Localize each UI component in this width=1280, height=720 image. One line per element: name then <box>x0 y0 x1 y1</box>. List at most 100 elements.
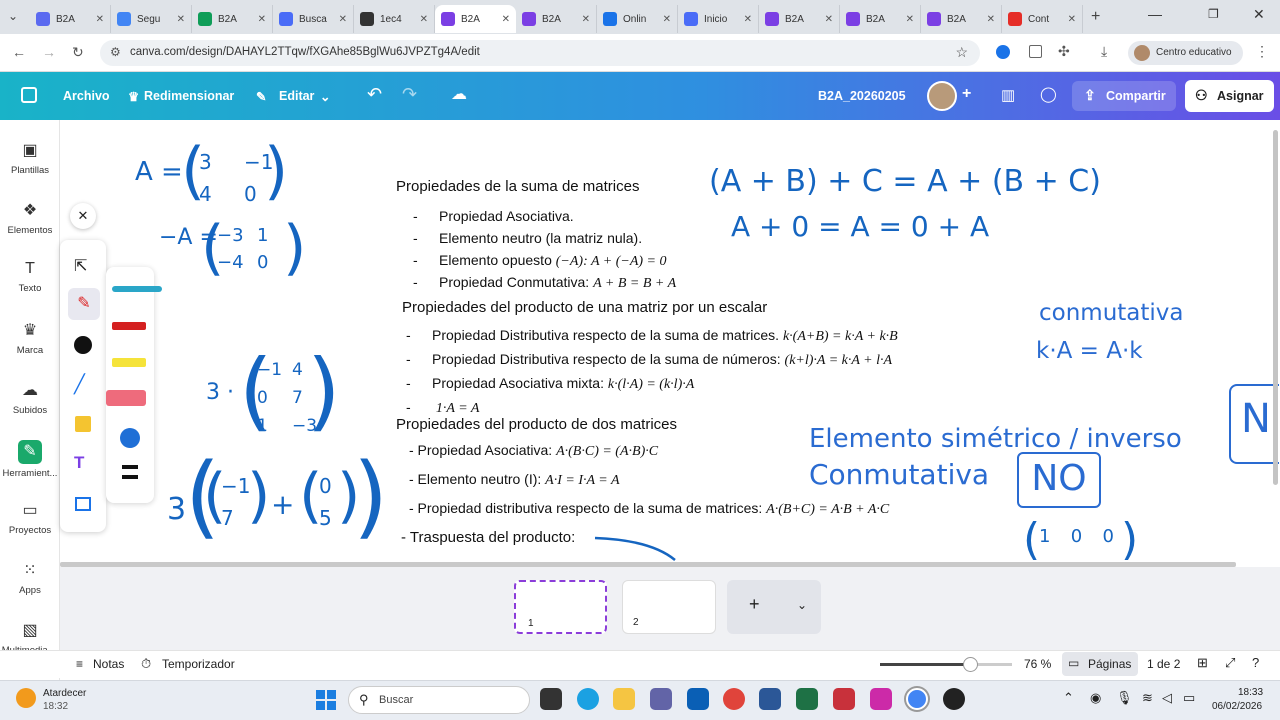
pen-thin-icon[interactable] <box>112 286 162 292</box>
store-icon[interactable] <box>687 688 709 710</box>
browser-tab[interactable]: B2A ✕ <box>921 5 1002 33</box>
task-view-icon[interactable] <box>540 688 562 710</box>
extensions-puzzle-icon[interactable]: ✣ <box>1058 43 1070 60</box>
shape-tool-icon[interactable] <box>74 336 92 354</box>
notes-button[interactable]: Notas <box>93 657 124 671</box>
share-button[interactable]: ⇪ Compartir <box>1072 81 1176 111</box>
browser-tab[interactable]: Busca ✕ <box>273 5 354 33</box>
tab-close-icon[interactable]: ✕ <box>906 14 914 25</box>
tab-close-icon[interactable]: ✕ <box>663 14 671 25</box>
address-bar[interactable]: ⚙ canva.com/design/DAHAYL2TTqw/fXGAhe85B… <box>100 40 980 66</box>
add-collaborator-icon[interactable]: + <box>962 85 971 103</box>
close-draw-icon[interactable]: ✕ <box>70 203 96 229</box>
line-tool-icon[interactable]: ╱ <box>74 374 85 395</box>
menu-file[interactable]: Archivo <box>63 89 110 103</box>
browser-tab[interactable]: Inicio ✕ <box>678 5 759 33</box>
sidebar-item-brand[interactable]: ♛ Marca <box>0 320 60 356</box>
zoom-value[interactable]: 76 % <box>1024 657 1051 671</box>
sidebar-item-text[interactable]: T Texto <box>0 260 60 294</box>
tab-close-icon[interactable]: ✕ <box>420 14 428 25</box>
tray-chevron-icon[interactable]: ⌃ <box>1063 690 1074 706</box>
collaborator-avatar[interactable] <box>927 81 957 111</box>
sidebar-item-templates[interactable]: ▣ Plantillas <box>0 140 60 176</box>
table-tool-icon[interactable] <box>75 497 91 511</box>
profile-button[interactable]: Centro educativo <box>1128 41 1243 65</box>
chrome-icon[interactable] <box>723 688 745 710</box>
zoom-slider-track[interactable] <box>880 657 1012 672</box>
minimize-icon[interactable]: — <box>1148 6 1162 22</box>
extension-icon[interactable] <box>996 45 1010 59</box>
volume-icon[interactable]: ◁ <box>1162 690 1172 706</box>
sticky-note-icon[interactable] <box>75 416 91 432</box>
document-title[interactable]: B2A_20260205 <box>818 89 906 103</box>
undo-icon[interactable]: ↶ <box>367 84 382 105</box>
sidebar-toggle-icon[interactable] <box>21 87 37 103</box>
sidebar-item-projects[interactable]: ▭ Proyectos <box>0 500 60 536</box>
chrome-active-icon[interactable] <box>906 688 928 710</box>
maximize-icon[interactable]: ❐ <box>1208 7 1219 21</box>
bookmark-star-icon[interactable]: ☆ <box>955 44 968 61</box>
teams-icon[interactable] <box>650 688 672 710</box>
select-pointer-icon[interactable]: ⇱ <box>74 256 87 276</box>
browser-tab[interactable]: 1ec4 ✕ <box>354 5 435 33</box>
excel-icon[interactable] <box>796 688 818 710</box>
reload-icon[interactable]: ↻ <box>72 44 84 61</box>
tab-close-icon[interactable]: ✕ <box>744 14 752 25</box>
add-page-button[interactable]: + ⌄ <box>727 580 821 634</box>
browser-menu-icon[interactable]: ⋮ <box>1255 43 1269 60</box>
chevron-down-icon[interactable]: ⌄ <box>797 598 807 612</box>
vertical-scrollbar[interactable] <box>1273 130 1278 485</box>
grid-view-icon[interactable]: ⊞ <box>1197 655 1208 671</box>
file-explorer-icon[interactable] <box>613 688 635 710</box>
assign-button[interactable]: ⚇ Asignar <box>1185 80 1274 112</box>
app-icon[interactable] <box>870 688 892 710</box>
fullscreen-icon[interactable]: ⤢ <box>1225 655 1235 671</box>
browser-tab[interactable]: B2A ✕ <box>516 5 597 33</box>
forward-icon[interactable]: → <box>42 44 56 60</box>
sidebar-item-elements[interactable]: ❖ Elementos <box>0 200 60 236</box>
obs-icon[interactable] <box>943 688 965 710</box>
tab-close-icon[interactable]: ✕ <box>582 14 590 25</box>
page-thumbnail-2[interactable]: 2 <box>622 580 716 634</box>
browser-tab[interactable]: Onlin ✕ <box>597 5 678 33</box>
pages-button[interactable]: ▭ Páginas <box>1062 652 1138 676</box>
comments-icon[interactable]: ◯ <box>1040 85 1057 103</box>
extension-2-icon[interactable] <box>1029 45 1042 58</box>
timer-button[interactable]: Temporizador <box>162 657 235 671</box>
battery-icon[interactable]: ▭ <box>1183 690 1195 706</box>
tab-close-icon[interactable]: ✕ <box>1068 14 1076 25</box>
highlighter-yellow-icon[interactable] <box>112 358 146 367</box>
back-icon[interactable]: ← <box>12 44 26 60</box>
sidebar-item-uploads[interactable]: ☁ Subidos <box>0 380 60 416</box>
wifi-icon[interactable]: ≋ <box>1142 690 1153 706</box>
cloud-saved-icon[interactable]: ☁ <box>451 84 467 104</box>
edge-icon[interactable] <box>577 688 599 710</box>
windows-start-icon[interactable] <box>316 690 336 710</box>
tray-app-icon[interactable]: ◉ <box>1090 690 1101 706</box>
download-icon[interactable]: ⤓ <box>1101 43 1107 60</box>
site-info-icon[interactable]: ⚙ <box>110 45 121 59</box>
new-tab-icon[interactable]: + <box>1091 8 1100 26</box>
browser-tab[interactable]: B2A ✕ <box>30 5 111 33</box>
close-window-icon[interactable]: ✕ <box>1253 6 1265 23</box>
browser-tab[interactable]: B2A ✕ <box>435 5 516 33</box>
eraser-icon[interactable] <box>106 390 146 406</box>
tab-close-icon[interactable]: ✕ <box>825 14 833 25</box>
tab-close-icon[interactable]: ✕ <box>987 14 995 25</box>
mic-icon[interactable]: 🎙 <box>1116 690 1133 706</box>
text-tool-icon[interactable]: T <box>74 453 84 473</box>
taskbar-search[interactable]: ⚲ Buscar <box>348 686 530 714</box>
browser-tab[interactable]: Cont ✕ <box>1002 5 1083 33</box>
zoom-slider-knob[interactable] <box>963 657 978 672</box>
insights-icon[interactable]: ▥ <box>1001 86 1015 104</box>
menu-edit[interactable]: Editar <box>279 89 314 103</box>
browser-tab[interactable]: B2A ✕ <box>840 5 921 33</box>
slide-canvas[interactable]: A = ( 3 −1 4 0 ) −A = ( −3 1 −4 0 ) 3 · … <box>61 122 1279 562</box>
tab-close-icon[interactable]: ✕ <box>96 14 104 25</box>
sidebar-item-tools[interactable]: ✎ Herramient... <box>0 440 60 479</box>
marker-red-icon[interactable] <box>112 322 146 330</box>
tab-close-icon[interactable]: ✕ <box>258 14 266 25</box>
help-icon[interactable]: ? <box>1252 655 1259 670</box>
page-thumbnail-1[interactable]: 1 <box>514 580 607 634</box>
redo-icon[interactable]: ↷ <box>402 84 417 105</box>
